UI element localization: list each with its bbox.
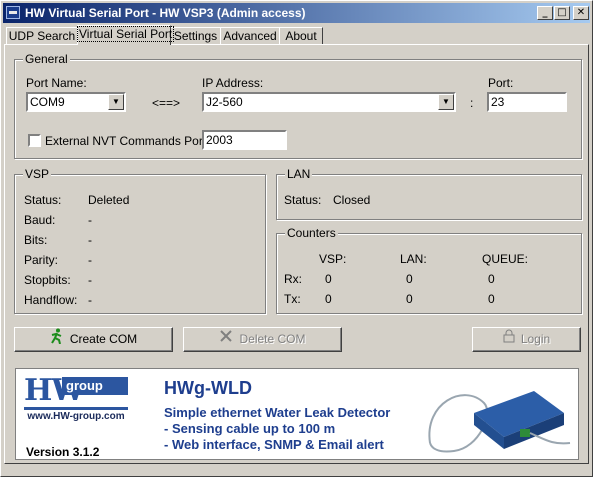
general-caption: General — [23, 52, 70, 66]
port-name-select[interactable]: COM9 ▼ — [26, 92, 126, 112]
counter-header-vsp: VSP: — [319, 252, 347, 266]
chevron-down-icon[interactable]: ▼ — [438, 94, 454, 110]
general-group: General Port Name: COM9 ▼ <==> IP Addres… — [14, 52, 582, 159]
vsp-status-label: Status: — [24, 193, 62, 207]
main-window: HW Virtual Serial Port - HW VSP3 (Admin … — [0, 0, 593, 477]
delete-x-icon — [219, 328, 233, 351]
version-label: Version 3.1.2 — [26, 445, 100, 459]
lan-status-label: Status: — [284, 193, 322, 207]
lock-icon — [503, 328, 515, 351]
product-line-1: Simple ethernet Water Leak Detector — [164, 405, 391, 420]
lan-caption: LAN — [285, 167, 313, 181]
tx-label: Tx: — [284, 292, 301, 306]
vsp-handflow-label: Handflow: — [24, 293, 78, 307]
port-colon: : — [470, 96, 474, 110]
running-man-icon — [50, 328, 64, 352]
counter-header-lan: LAN: — [400, 252, 427, 266]
counters-caption: Counters — [285, 226, 338, 240]
vsp-stopbits-value: - — [88, 273, 92, 287]
tx-vsp-value: 0 — [325, 292, 332, 306]
tab-virtual-serial-port[interactable]: Virtual Serial Port — [76, 25, 175, 45]
direction-arrow: <==> — [152, 96, 181, 110]
vsp-caption: VSP — [23, 167, 52, 181]
port-label: Port: — [488, 76, 514, 90]
vsp-bits-label: Bits: — [24, 233, 48, 247]
title-bar[interactable]: HW Virtual Serial Port - HW VSP3 (Admin … — [3, 3, 590, 23]
port-input[interactable]: 23 — [487, 92, 567, 112]
product-banner[interactable]: HW group www.HW-group.com Version 3.1.2 … — [15, 368, 579, 460]
tab-about[interactable]: About — [279, 27, 323, 44]
tx-queue-value: 0 — [488, 292, 495, 306]
ip-address-value: J2-560 — [206, 95, 243, 109]
minimize-button[interactable]: _ — [537, 6, 553, 20]
nvt-port-checkbox[interactable] — [28, 134, 41, 147]
create-com-label: Create COM — [69, 332, 138, 347]
ip-address-label: IP Address: — [202, 76, 264, 90]
logo-url: www.HW-group.com — [27, 411, 125, 422]
port-value: 23 — [491, 95, 505, 109]
product-line-2: - Sensing cable up to 100 m — [164, 421, 336, 436]
vsp-parity-value: - — [88, 253, 92, 267]
delete-com-button[interactable]: Delete COM — [183, 327, 342, 352]
lan-status-value: Closed — [333, 193, 371, 207]
product-line-3: - Web interface, SNMP & Email alert — [164, 437, 384, 452]
chevron-down-icon[interactable]: ▼ — [108, 94, 124, 110]
tx-lan-value: 0 — [406, 292, 413, 306]
vsp-handflow-value: - — [88, 293, 92, 307]
rx-queue-value: 0 — [488, 272, 495, 286]
nvt-port-label: External NVT Commands Port: — [45, 134, 210, 148]
login-label: Login — [520, 332, 551, 346]
maximize-button[interactable]: □ — [554, 6, 570, 20]
vsp-group: VSP Status: Deleted Baud: - Bits: - Pari… — [14, 167, 266, 314]
rx-vsp-value: 0 — [325, 272, 332, 286]
tab-panel: General Port Name: COM9 ▼ <==> IP Addres… — [4, 44, 589, 464]
vsp-baud-label: Baud: — [24, 213, 56, 227]
rx-lan-value: 0 — [406, 272, 413, 286]
tab-advanced[interactable]: Advanced — [220, 27, 280, 44]
close-button[interactable]: ✕ — [573, 6, 589, 20]
nvt-port-value: 2003 — [206, 133, 233, 147]
window-title: HW Virtual Serial Port - HW VSP3 (Admin … — [25, 6, 306, 20]
device-image — [428, 391, 571, 453]
vsp-parity-label: Parity: — [24, 253, 59, 267]
counter-header-queue: QUEUE: — [482, 252, 529, 266]
ip-address-select[interactable]: J2-560 ▼ — [202, 92, 456, 112]
hw-group-logo: HW group www.HW-group.com — [24, 375, 128, 425]
tab-settings[interactable]: Settings — [170, 27, 221, 44]
counters-group: Counters VSP: LAN: QUEUE: Rx: 0 0 0 Tx: … — [276, 226, 582, 314]
vsp-stopbits-label: Stopbits: — [24, 273, 71, 287]
port-name-label: Port Name: — [26, 76, 87, 90]
vsp-status-value: Deleted — [88, 193, 130, 207]
app-icon — [6, 6, 20, 19]
login-button[interactable]: Login — [472, 327, 581, 352]
vsp-bits-value: - — [88, 233, 92, 247]
product-description: Simple ethernet Water Leak Detector - Se… — [164, 405, 390, 453]
vsp-baud-value: - — [88, 213, 92, 227]
product-name: HWg-WLD — [164, 378, 252, 398]
port-name-value: COM9 — [30, 95, 65, 109]
lan-group: LAN Status: Closed — [276, 167, 582, 220]
nvt-port-input[interactable]: 2003 — [202, 130, 287, 150]
delete-com-label: Delete COM — [239, 332, 306, 346]
rx-label: Rx: — [284, 272, 302, 286]
tab-udp-search[interactable]: UDP Search — [6, 27, 78, 44]
create-com-button[interactable]: Create COM — [14, 327, 173, 352]
